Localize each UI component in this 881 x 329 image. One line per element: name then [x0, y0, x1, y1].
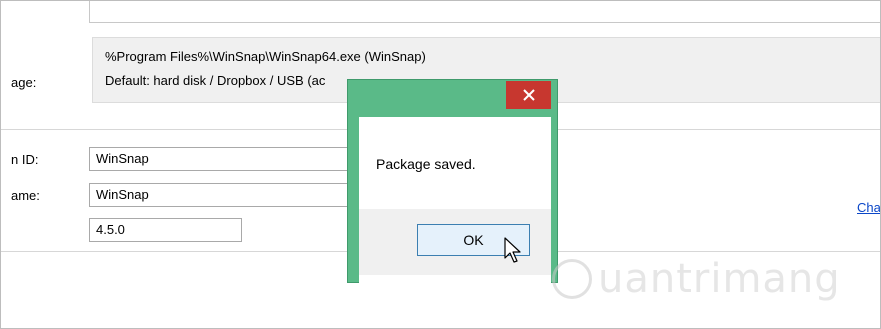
version-field[interactable]: 4.5.0: [89, 218, 242, 242]
app-name-label: ame:: [11, 188, 40, 203]
change-link[interactable]: Cha: [857, 200, 880, 215]
top-field: [89, 1, 880, 23]
watermark-logo-icon: [552, 259, 592, 299]
message-dialog: Package saved. OK: [347, 79, 558, 287]
app-id-label: n ID:: [11, 152, 39, 167]
mouse-pointer-icon: [504, 237, 521, 263]
close-icon: [522, 89, 535, 101]
close-button[interactable]: [506, 81, 551, 109]
ok-button-label: OK: [463, 232, 484, 248]
watermark-text: uantrimang: [598, 256, 841, 302]
app-name-field[interactable]: WinSnap: [89, 183, 351, 207]
app-id-field[interactable]: WinSnap: [89, 147, 351, 171]
dialog-message: Package saved.: [376, 156, 476, 172]
package-default-text: Default: hard disk / Dropbox / USB (ac: [105, 73, 326, 88]
watermark-logo: uantrimang: [552, 256, 841, 302]
package-path-text: %Program Files%\WinSnap\WinSnap64.exe (W…: [105, 49, 426, 64]
package-label: age:: [11, 75, 37, 90]
